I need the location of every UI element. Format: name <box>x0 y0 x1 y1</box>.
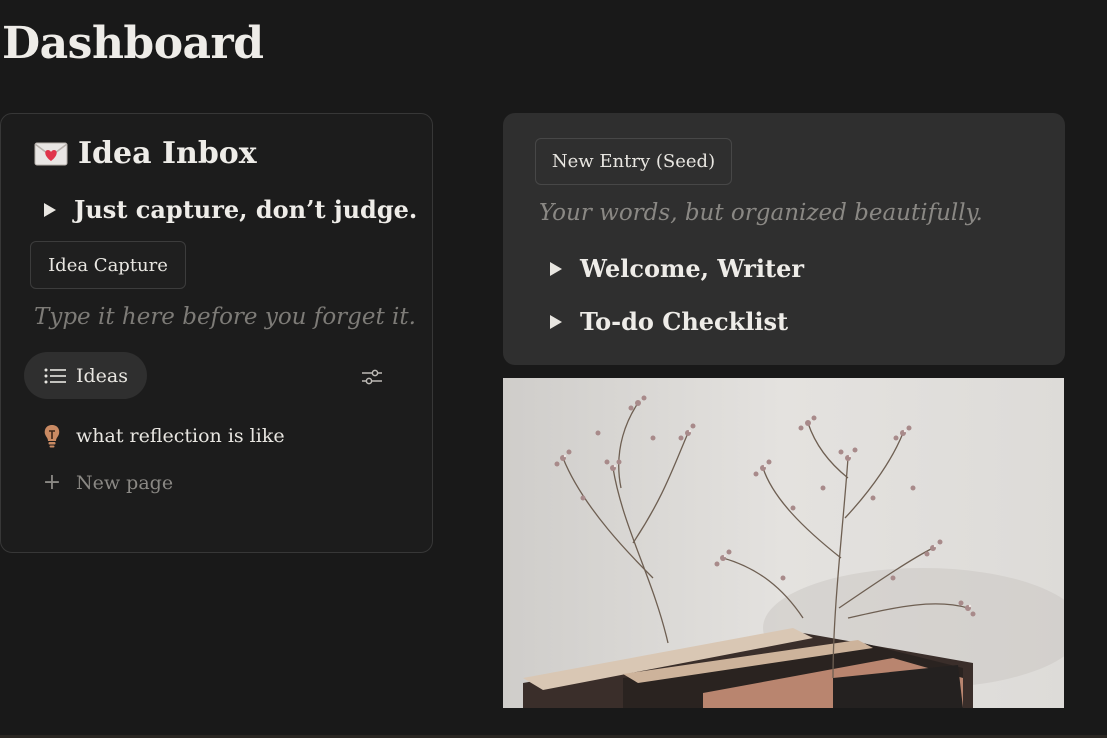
dried-flowers-photo <box>503 378 1064 708</box>
toggle-label: Welcome, Writer <box>580 254 805 283</box>
toggle-triangle-icon[interactable] <box>44 202 56 217</box>
lightbulb-icon <box>44 425 60 448</box>
page-title: Dashboard <box>2 18 264 69</box>
toggle-triangle-icon[interactable] <box>550 261 562 276</box>
list-icon <box>44 368 66 383</box>
idea-inbox-title: Idea Inbox <box>78 136 257 171</box>
toggle-just-capture[interactable]: Just capture, don’t judge. <box>44 195 417 224</box>
idea-inbox-heading: Idea Inbox <box>34 136 257 171</box>
idea-input-placeholder[interactable]: Type it here before you forget it. <box>34 304 416 330</box>
toggle-label: Just capture, don’t judge. <box>74 195 418 224</box>
envelope-heart-icon <box>34 142 68 165</box>
toggle-todo-checklist[interactable]: To-do Checklist <box>550 307 788 336</box>
idea-capture-button[interactable]: Idea Capture <box>30 241 186 289</box>
toggle-triangle-icon[interactable] <box>550 314 562 329</box>
new-page-button[interactable]: + New page <box>42 470 173 495</box>
new-entry-button[interactable]: New Entry (Seed) <box>535 138 732 185</box>
photo-illustration <box>503 378 1064 708</box>
new-page-label: New page <box>76 471 174 494</box>
toggle-welcome-writer[interactable]: Welcome, Writer <box>550 254 804 283</box>
list-item[interactable]: what reflection is like <box>42 423 285 449</box>
tab-ideas[interactable]: Ideas <box>24 352 147 399</box>
plus-icon: + <box>42 470 62 495</box>
entry-tagline: Your words, but organized beautifully. <box>539 200 983 226</box>
tab-ideas-label: Ideas <box>76 364 128 387</box>
list-item-title: what reflection is like <box>76 425 285 447</box>
toggle-label: To-do Checklist <box>580 307 789 336</box>
filter-settings-icon[interactable] <box>360 367 384 387</box>
dashboard-page: Dashboard Idea Inbox Just capture, don’t… <box>0 0 1107 738</box>
